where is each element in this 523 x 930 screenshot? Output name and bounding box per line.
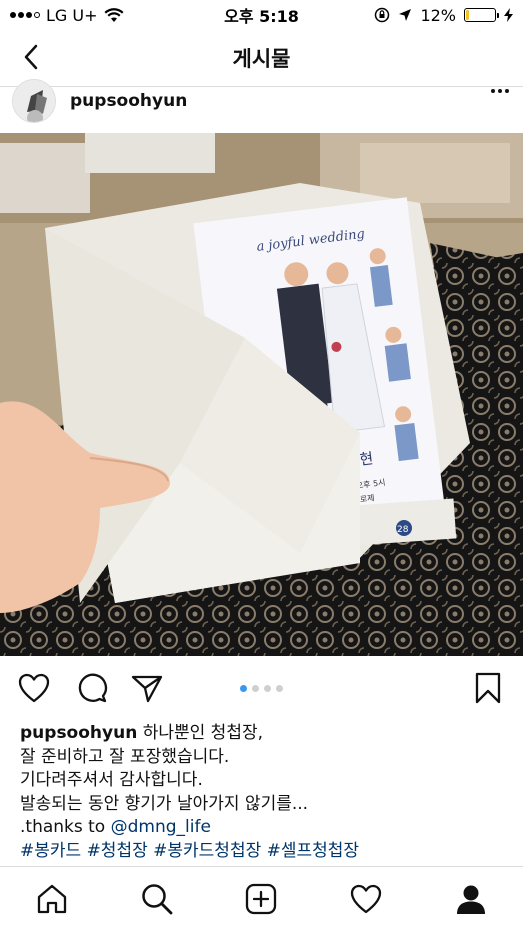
carousel-dot — [252, 685, 259, 692]
caption-line-3: 기다려주셔서 감사합니다. — [20, 770, 203, 790]
carousel-dot — [240, 685, 247, 692]
post-photo-image: a joyful wedding 지은 수현 2019.9.28.(토) 오후 … — [0, 133, 523, 656]
bottom-tab-bar — [0, 866, 523, 930]
carrier-label: LG U+ — [46, 5, 98, 25]
carousel-dot — [264, 685, 271, 692]
back-button[interactable] — [14, 40, 48, 74]
battery-percent: 12% — [420, 5, 456, 25]
signal-icon — [10, 12, 40, 18]
carousel-indicator — [0, 685, 523, 692]
add-post-icon — [246, 883, 277, 914]
caption-line-2: 잘 준비하고 잘 포장했습니다. — [20, 746, 230, 767]
bookmark-icon — [475, 672, 501, 704]
profile-icon — [456, 885, 485, 914]
calendar-day: 28 — [397, 525, 409, 535]
battery-icon — [464, 8, 499, 22]
post-caption: pupsoohyun 하나뿐인 청첩장, 잘 준비하고 잘 포장했습니다. 기다… — [20, 722, 510, 859]
tab-profile[interactable] — [449, 877, 493, 921]
chevron-left-icon — [24, 44, 38, 70]
tab-search[interactable] — [135, 877, 179, 921]
tab-home[interactable] — [30, 877, 74, 921]
caption-username[interactable]: pupsoohyun — [20, 723, 137, 743]
caption-line-4: 발송되는 동안 향기가 날아가지 않기를... — [20, 793, 309, 814]
tab-new-post[interactable] — [239, 877, 283, 921]
post-username[interactable]: pupsoohyun — [70, 91, 187, 111]
charging-icon — [504, 8, 513, 22]
rotation-lock-icon — [375, 7, 390, 23]
nav-bar: 게시물 — [0, 30, 523, 86]
more-options-button[interactable] — [491, 89, 509, 93]
status-bar: LG U+ 오후 5:18 12% — [0, 0, 523, 30]
activity-heart-icon — [350, 884, 382, 913]
home-icon — [38, 884, 67, 913]
location-icon — [399, 9, 412, 21]
caption-line-5: .thanks to @dmng_life — [20, 816, 510, 840]
wifi-icon — [104, 7, 124, 22]
carousel-dot — [276, 685, 283, 692]
caption-text-1: 하나뿐인 청첩장, — [137, 723, 264, 743]
mention-link[interactable]: @dmng_life — [111, 817, 211, 837]
avatar[interactable] — [12, 79, 56, 123]
avatar-image — [13, 80, 55, 122]
post-photo[interactable]: a joyful wedding 지은 수현 2019.9.28.(토) 오후 … — [0, 133, 523, 656]
hashtags[interactable]: #봉카드 #청첩장 #봉카드청첩장 #셀프청첩장 — [20, 840, 510, 859]
more-horizontal-icon — [491, 89, 495, 93]
save-button[interactable] — [470, 670, 506, 706]
page-title: 게시물 — [232, 47, 291, 71]
post-header: pupsoohyun — [0, 79, 523, 133]
tab-activity[interactable] — [344, 877, 388, 921]
battery-fill — [466, 10, 470, 20]
status-right: 12% — [374, 6, 513, 25]
search-icon — [142, 883, 173, 914]
post-actions — [0, 666, 523, 712]
status-left: LG U+ — [10, 6, 124, 25]
caption-line-1: pupsoohyun 하나뿐인 청첩장, — [20, 722, 510, 746]
caption-thanks-text: .thanks to — [20, 817, 111, 837]
